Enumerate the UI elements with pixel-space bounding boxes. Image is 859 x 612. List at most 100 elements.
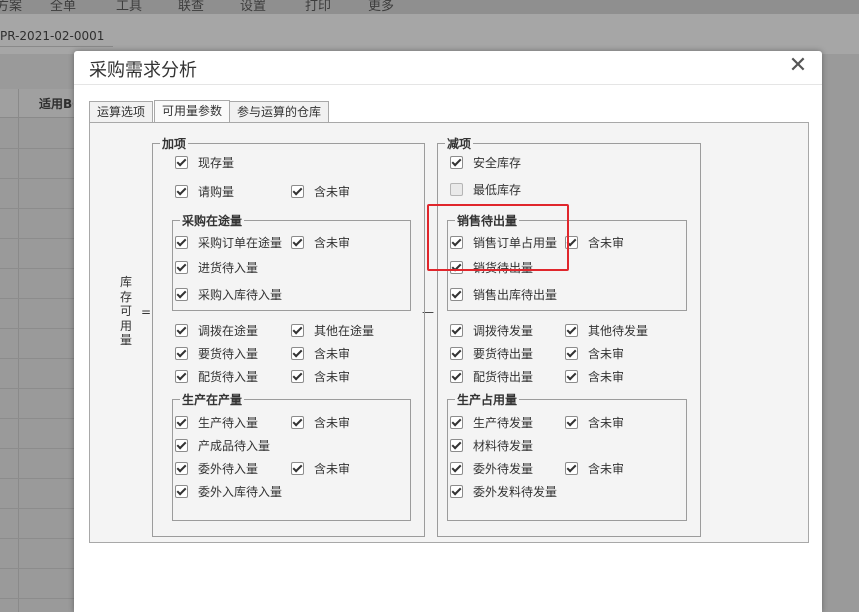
checkbox-box[interactable] <box>175 369 188 383</box>
distribution-out-unapproved-checkbox[interactable]: 含未审 <box>565 368 624 384</box>
distribution-pending-in-checkbox[interactable]: 配货待入量 <box>175 368 258 384</box>
po-in-transit-checkbox[interactable]: 采购订单在途量 <box>175 234 282 250</box>
distribution-unapproved-checkbox[interactable]: 含未审 <box>291 368 350 384</box>
checkbox-box[interactable] <box>450 484 463 498</box>
bg-menu-more[interactable]: 更多 <box>368 0 394 14</box>
outsource-in-unapproved-checkbox[interactable]: 含未审 <box>291 460 350 476</box>
checkbox-box[interactable] <box>175 287 188 301</box>
transfer-pending-out-checkbox[interactable]: 调拨待发量 <box>450 322 533 338</box>
production-unapproved-checkbox[interactable]: 含未审 <box>291 414 350 430</box>
purchase-inbound-pending-checkbox[interactable]: 采购入库待入量 <box>175 286 282 302</box>
safety-stock-checkbox[interactable]: 安全库存 <box>450 154 521 170</box>
receipt-pending-checkbox[interactable]: 进货待入量 <box>175 259 258 275</box>
transfer-in-transit-checkbox[interactable]: 调拨在途量 <box>175 322 258 338</box>
production-pending-out-checkbox[interactable]: 生产待发量 <box>450 414 533 430</box>
checkbox-box[interactable] <box>565 235 578 249</box>
bg-menu-settings[interactable]: 设置 <box>240 0 266 14</box>
background-grid-header-label: 适用BOM <box>39 97 73 111</box>
po-unapproved-checkbox[interactable]: 含未审 <box>291 234 350 250</box>
checkbox-box[interactable] <box>291 461 304 475</box>
checkbox-box[interactable] <box>450 287 463 301</box>
request-out-unapproved-checkbox[interactable]: 含未审 <box>565 345 624 361</box>
production-out-unapproved-label: 含未审 <box>588 415 625 430</box>
min-stock-label: 最低库存 <box>473 182 522 197</box>
sales-pending-out-legend: 销售待出量 <box>455 212 520 229</box>
checkbox-box[interactable] <box>175 323 188 337</box>
purchase-inbound-pending-label: 采购入库待入量 <box>198 287 283 302</box>
checkbox-box[interactable] <box>450 369 463 383</box>
outsource-pending-in-checkbox[interactable]: 委外待入量 <box>175 460 258 476</box>
checkbox-box[interactable] <box>175 235 188 249</box>
bg-menu-print[interactable]: 打印 <box>305 0 331 14</box>
sales-delivery-pending-label: 销货待出量 <box>473 260 534 275</box>
other-pending-out-checkbox[interactable]: 其他待发量 <box>565 322 648 338</box>
outsource-inbound-pending-checkbox[interactable]: 委外入库待入量 <box>175 483 282 499</box>
background-grid-row-line <box>0 358 80 359</box>
checkbox-box[interactable] <box>291 235 304 249</box>
distribution-pending-out-checkbox[interactable]: 配货待出量 <box>450 368 533 384</box>
close-icon[interactable]: ✕ <box>788 55 808 77</box>
min-stock-checkbox[interactable]: 最低库存 <box>450 181 521 197</box>
checkbox-box[interactable] <box>450 438 463 452</box>
bg-menu-scheme[interactable]: 方案 <box>0 0 22 14</box>
bg-menu-whole[interactable]: 全单 <box>50 0 76 14</box>
checkbox-box[interactable] <box>175 155 188 169</box>
checkbox-box[interactable] <box>450 235 463 249</box>
outsource-pending-in-label: 委外待入量 <box>198 461 259 476</box>
material-pending-out-checkbox[interactable]: 材料待发量 <box>450 437 533 453</box>
outsource-pending-out-checkbox[interactable]: 委外待发量 <box>450 460 533 476</box>
sales-outbound-pending-checkbox[interactable]: 销售出库待出量 <box>450 286 557 302</box>
checkbox-box[interactable] <box>291 369 304 383</box>
request-pending-in-checkbox[interactable]: 要货待入量 <box>175 345 258 361</box>
production-out-unapproved-checkbox[interactable]: 含未审 <box>565 414 624 430</box>
checkbox-box[interactable] <box>450 182 463 196</box>
onhand-checkbox[interactable]: 现存量 <box>175 154 234 170</box>
checkbox-box[interactable] <box>565 461 578 475</box>
checkbox-box[interactable] <box>291 323 304 337</box>
checkbox-box[interactable] <box>565 415 578 429</box>
requisition-unapproved-checkbox[interactable]: 含未审 <box>291 183 350 199</box>
checkbox-box[interactable] <box>175 484 188 498</box>
checkbox-box[interactable] <box>450 346 463 360</box>
outsource-in-unapproved-label: 含未审 <box>314 461 351 476</box>
checkbox-box[interactable] <box>450 323 463 337</box>
outsource-pending-out-label: 委外待发量 <box>473 461 534 476</box>
so-unapproved-checkbox[interactable]: 含未审 <box>565 234 624 250</box>
checkbox-box[interactable] <box>291 346 304 360</box>
checkbox-box[interactable] <box>450 415 463 429</box>
checkbox-box[interactable] <box>175 461 188 475</box>
request-pending-out-checkbox[interactable]: 要货待出量 <box>450 345 533 361</box>
checkbox-box[interactable] <box>565 323 578 337</box>
checkbox-box[interactable] <box>450 260 463 274</box>
bg-menu-query[interactable]: 联查 <box>178 0 204 14</box>
checkbox-box[interactable] <box>450 155 463 169</box>
finished-pending-in-checkbox[interactable]: 产成品待入量 <box>175 437 270 453</box>
checkbox-box[interactable] <box>291 415 304 429</box>
tab-available-params[interactable]: 可用量参数 <box>154 100 231 123</box>
checkbox-box[interactable] <box>291 184 304 198</box>
request-unapproved-checkbox[interactable]: 含未审 <box>291 345 350 361</box>
checkbox-box[interactable] <box>175 184 188 198</box>
tab-calc-options[interactable]: 运算选项 <box>89 101 154 122</box>
bg-menu-tools[interactable]: 工具 <box>116 0 142 14</box>
outsource-material-pending-out-checkbox[interactable]: 委外发料待发量 <box>450 483 557 499</box>
outsource-inbound-pending-label: 委外入库待入量 <box>198 484 283 499</box>
outsource-out-unapproved-checkbox[interactable]: 含未审 <box>565 460 624 476</box>
tab-warehouses[interactable]: 参与运算的仓库 <box>229 101 330 122</box>
checkbox-box[interactable] <box>565 369 578 383</box>
purchase-demand-analysis-dialog: 采购需求分析 ✕ 运算选项 可用量参数 参与运算的仓库 库 存 可 用 量 = … <box>74 51 822 612</box>
background-doc-number: PR-2021-02-0001 <box>0 26 113 47</box>
checkbox-box[interactable] <box>565 346 578 360</box>
requisition-checkbox[interactable]: 请购量 <box>175 183 234 199</box>
checkbox-box[interactable] <box>175 346 188 360</box>
other-in-transit-checkbox[interactable]: 其他在途量 <box>291 322 374 338</box>
checkbox-box[interactable] <box>175 260 188 274</box>
sales-delivery-pending-checkbox[interactable]: 销货待出量 <box>450 259 533 275</box>
checkbox-box[interactable] <box>175 415 188 429</box>
so-occupied-checkbox[interactable]: 销售订单占用量 <box>450 234 557 250</box>
eq-char: 用 <box>119 318 132 333</box>
checkbox-box[interactable] <box>450 461 463 475</box>
checkbox-box[interactable] <box>175 438 188 452</box>
production-pending-in-checkbox[interactable]: 生产待入量 <box>175 414 258 430</box>
background-toolbar <box>0 14 859 54</box>
